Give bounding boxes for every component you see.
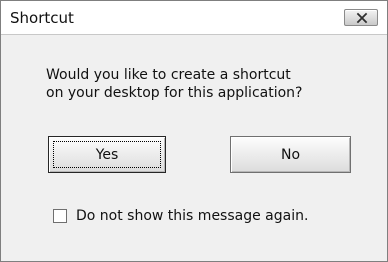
shortcut-dialog: Shortcut Would you like to create a shor… <box>0 0 388 262</box>
window-title: Shortcut <box>10 9 74 27</box>
no-button[interactable]: No <box>230 136 351 173</box>
no-button-label: No <box>280 147 301 163</box>
do-not-show-checkbox[interactable] <box>53 209 67 223</box>
title-bar: Shortcut <box>1 1 387 35</box>
close-icon <box>356 12 368 24</box>
yes-button[interactable]: Yes <box>48 136 166 173</box>
message-line-2: on your desktop for this application? <box>46 85 303 101</box>
close-button[interactable] <box>344 9 378 26</box>
yes-button-label: Yes <box>95 147 119 163</box>
message-line-1: Would you like to create a shortcut <box>46 67 291 83</box>
dialog-message: Would you like to create a shortcut on y… <box>46 66 356 102</box>
do-not-show-label[interactable]: Do not show this message again. <box>76 207 308 225</box>
